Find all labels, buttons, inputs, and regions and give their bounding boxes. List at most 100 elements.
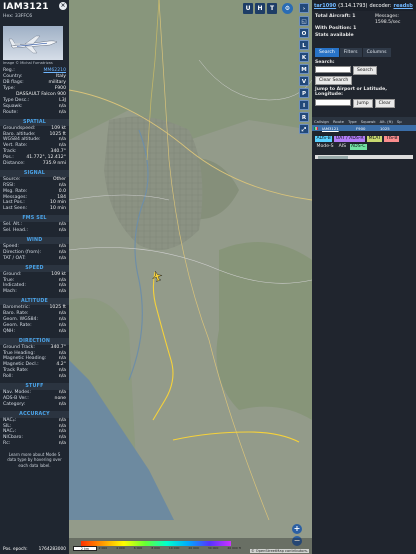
stats-available[interactable]: Stats available [315,33,413,39]
legend-tick: 4 000 [116,546,125,550]
source-chip: Mode-S [315,144,336,151]
map-button-h[interactable]: H [255,3,265,14]
info-row-value: n/a [58,255,66,261]
info-header: IAM3121 Hex: 33FFC6 × [0,0,69,26]
info-row-value: n/a [58,228,66,234]
total-aircraft: Total Aircraft: 1 [315,14,356,19]
tar1090-link[interactable]: tar1090 [314,3,336,9]
jump-clear-button[interactable]: Clear [374,99,395,109]
map-side-button-l[interactable]: L [299,40,309,50]
source-chip: AIS [337,144,348,151]
version-bar: tar1090 (3.14.1793) decoder: readsb [312,0,416,11]
clear-search-button[interactable]: Clear Search [315,75,353,85]
search-label: Search: [315,59,335,65]
info-row-label: Mach: [3,289,17,295]
close-icon[interactable]: × [59,2,67,10]
info-row-label: Distance: [3,160,25,166]
tab-columns[interactable]: Columns [362,47,391,57]
tab-search[interactable]: Search [315,47,339,57]
scale-bar: 2 km [73,546,97,551]
version-text: (3.14.1793) [338,2,368,9]
map-button-t[interactable]: T [267,3,277,14]
altitude-legend: 1 0002 0004 0006 0008 00010 00020 00030 … [69,538,312,554]
map-side-button-m[interactable]: M [299,64,309,74]
zoom-in-button[interactable]: + [292,524,302,534]
flag-icon [312,126,320,131]
info-row-label: Last Seen: [3,206,28,212]
legend-tick: 6 000 [133,546,143,550]
search-input[interactable] [315,65,351,73]
decoder-link[interactable]: readsb [393,3,412,9]
col-type[interactable]: Type [346,119,359,124]
jump-button[interactable]: Jump [353,99,373,109]
section-header-speed[interactable]: SPEED [0,264,69,272]
aircraft-photo[interactable] [3,26,63,60]
search-button[interactable]: Search [353,65,377,75]
map-button-u[interactable]: U [243,3,253,14]
section-header-signal[interactable]: SIGNAL [0,169,69,177]
legend-tick: 40 000 ft [227,546,241,550]
map-side-button-r[interactable]: R [299,112,309,122]
map-side-button-o[interactable]: O [299,28,309,38]
col-altitude[interactable]: Alt. (ft) [378,119,395,124]
col-route[interactable]: Route [331,119,346,124]
info-row-label: Rc: [3,441,11,447]
info-row-value: 10 min [50,206,66,212]
row-altitude: 1025 [380,125,390,131]
section-header-accuracy[interactable]: ACCURACY [0,410,69,418]
col-squawk[interactable]: Squawk [359,119,378,124]
source-legend: ADS-B UAT / ADS-R MLAT TIS-B Mode-S AIS ADS-C [312,131,416,151]
messages-rate: 1598.5/sec [375,20,401,26]
collapse-arrow-icon[interactable]: › [299,3,309,13]
info-row-value: n/a [58,374,66,380]
search-box: Search: Search Clear Search Jump to Airp… [312,57,416,109]
row-type: F900 [356,125,366,131]
info-sections: SPATIAL Groundspeed: 109 kt Baro. altitude:… [0,118,69,448]
source-chip: UAT / ADS-R [334,136,366,143]
info-row-value: n/a [58,328,66,334]
source-chip: ADS-B [315,136,333,143]
info-row-label: Sel. Head.: [3,228,28,234]
info-row-label: TAT / OAT: [3,255,26,261]
info-rows: Reg.: MM62210 Country: Italy DB flags: milita… [0,68,69,115]
fullscreen-icon[interactable]: ⤢ [299,124,309,134]
info-row: Last Seen: 10 min [0,206,69,212]
callsign-title: IAM3121 [3,2,49,12]
col-speed[interactable]: Sp [395,119,404,124]
pos-epoch-value: 1764283000 [38,547,66,552]
section-header-direction[interactable]: DIRECTION [0,337,69,345]
section-header-spatial[interactable]: SPATIAL [0,118,69,126]
map-side-button-p[interactable]: P [299,88,309,98]
info-row: TAT / OAT: n/a [0,256,69,262]
jump-label: Jump to Airport or Latitude, Longitude: [315,86,387,98]
hex-code: Hex: 33FFC6 [3,14,33,20]
settings-gear-icon[interactable]: ⚙ [282,3,293,14]
info-row-label: QNH: [3,328,16,334]
jump-input[interactable] [315,99,351,107]
row-callsign: IAM3121 [322,125,339,131]
col-callsign[interactable]: Callsign [312,119,331,124]
map-side-button-k[interactable]: K [299,52,309,62]
section-header-stuff[interactable]: STUFF [0,383,69,390]
decoder-label: decoder: [369,2,392,9]
info-row-value: n/a [58,109,66,115]
info-row-value: n/a [58,289,66,295]
section-header-wind[interactable]: WIND [0,236,69,244]
stats-block: Total Aircraft: 1 Messages: 1598.5/sec W… [312,11,416,39]
legend-tick: 8 000 [151,546,160,550]
info-row-value: n/a [58,401,66,407]
legend-tick: 20 000 [188,546,199,550]
map-canvas[interactable] [69,0,312,554]
map-view[interactable]: U H T ⚙ › ◱ O L K M V P I R ⤢ + − 1 0002… [69,0,312,554]
legend-tick: 10 000 [168,546,180,550]
pos-epoch: Pos. epoch: 1764283000 [0,547,69,554]
panel-tabs: Search Filters Columns [315,47,416,57]
info-row-label: Route: [3,109,18,115]
tab-filters[interactable]: Filters [339,47,362,57]
map-attribution[interactable]: © OpenStreetMap contributors. [250,549,309,553]
table-scrollbar[interactable] [315,155,413,160]
map-side-button-v[interactable]: V [299,76,309,86]
map-side-button-i[interactable]: I [299,100,309,110]
layers-icon[interactable]: ◱ [299,16,309,26]
info-row: QNH: n/a [0,329,69,335]
